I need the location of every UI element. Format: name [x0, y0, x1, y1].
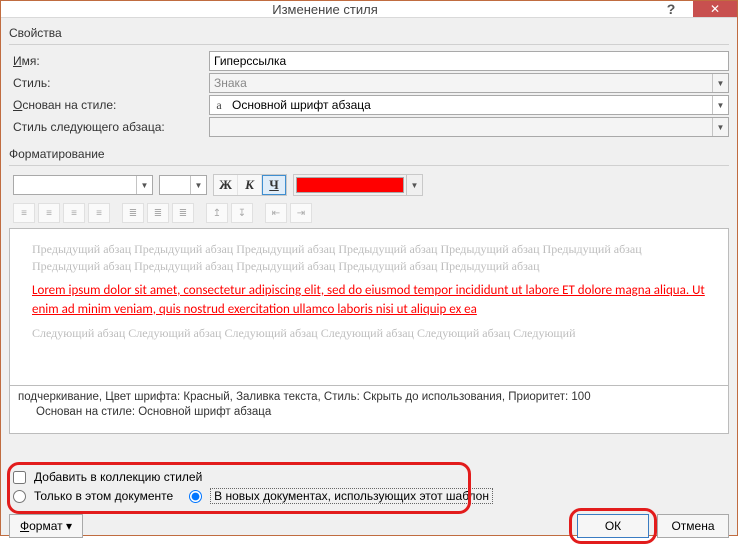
- align-center-button[interactable]: ≡: [38, 203, 60, 223]
- font-size-combo[interactable]: ▼: [159, 175, 207, 195]
- preview-previous: Предыдущий абзац Предыдущий абзац Предыд…: [32, 241, 706, 276]
- align-left-button[interactable]: ≡: [13, 203, 35, 223]
- titlebar: Изменение стиля ? ✕: [1, 1, 737, 18]
- style-type-label: Стиль:: [9, 76, 209, 90]
- add-to-collection-label: Добавить в коллекцию стилей: [34, 470, 202, 484]
- line-spacing-2-button[interactable]: ≣: [172, 203, 194, 223]
- paragraph-toolbar: ≡ ≡ ≡ ≡ ≣ ≣ ≣ ↥ ↧ ⇤ ⇥: [13, 202, 729, 224]
- based-on-combo[interactable]: a Основной шрифт абзаца ▼: [209, 95, 729, 115]
- chevron-down-icon[interactable]: ▼: [712, 96, 728, 114]
- color-swatch-icon: [296, 177, 404, 193]
- formatting-heading: Форматирование: [9, 147, 729, 161]
- format-menu-button[interactable]: Формат ▾: [9, 514, 83, 538]
- line-spacing-1-button[interactable]: ≣: [122, 203, 144, 223]
- options-area: Добавить в коллекцию стилей Только в это…: [11, 470, 729, 504]
- paragraph-icon: a: [210, 98, 228, 113]
- chevron-down-icon[interactable]: ▼: [406, 175, 422, 195]
- indent-dec-button[interactable]: ⇤: [265, 203, 287, 223]
- divider: [9, 44, 729, 45]
- chevron-down-icon[interactable]: ▼: [190, 176, 206, 194]
- name-input[interactable]: [209, 51, 729, 71]
- help-button[interactable]: ?: [649, 1, 693, 17]
- chevron-down-icon: ▼: [712, 74, 728, 92]
- style-description: подчеркивание, Цвет шрифта: Красный, Зал…: [9, 386, 729, 434]
- properties-heading: Свойства: [9, 26, 729, 40]
- font-family-combo[interactable]: ▼: [13, 175, 153, 195]
- name-label: Имя:: [9, 54, 209, 68]
- new-docs-radio[interactable]: [189, 490, 202, 503]
- close-button[interactable]: ✕: [693, 1, 737, 17]
- divider: [9, 165, 729, 166]
- indent-inc-button[interactable]: ⇥: [290, 203, 312, 223]
- align-justify-button[interactable]: ≡: [88, 203, 110, 223]
- font-style-strip: Ж К Ч: [213, 174, 287, 196]
- next-style-combo: ▼: [209, 117, 729, 137]
- add-to-collection-checkbox[interactable]: [13, 471, 26, 484]
- description-line: подчеркивание, Цвет шрифта: Красный, Зал…: [18, 390, 720, 405]
- line-spacing-15-button[interactable]: ≣: [147, 203, 169, 223]
- chevron-down-icon: ▼: [712, 118, 728, 136]
- modify-style-dialog: Изменение стиля ? ✕ Свойства Имя: Стиль:…: [0, 0, 738, 536]
- next-style-label: Стиль следующего абзаца:: [9, 120, 209, 134]
- only-this-doc-option[interactable]: Только в этом документе: [11, 489, 173, 503]
- only-this-doc-radio[interactable]: [13, 490, 26, 503]
- new-docs-option[interactable]: В новых документах, использующих этот ша…: [187, 488, 493, 504]
- space-before-inc-button[interactable]: ↥: [206, 203, 228, 223]
- italic-button[interactable]: К: [238, 175, 262, 195]
- align-right-button[interactable]: ≡: [63, 203, 85, 223]
- ok-button[interactable]: ОК: [577, 514, 649, 538]
- window-title: Изменение стиля: [1, 2, 649, 17]
- cancel-button[interactable]: Отмена: [657, 514, 729, 538]
- chevron-down-icon[interactable]: ▼: [136, 176, 152, 194]
- preview-pane: Предыдущий абзац Предыдущий абзац Предыд…: [9, 228, 729, 386]
- style-type-combo: Знака ▼: [209, 73, 729, 93]
- preview-sample: Lorem ipsum dolor sit amet, consectetur …: [32, 282, 706, 320]
- space-before-dec-button[interactable]: ↧: [231, 203, 253, 223]
- underline-button[interactable]: Ч: [262, 175, 286, 195]
- bold-button[interactable]: Ж: [214, 175, 238, 195]
- based-on-label: Основан на стиле:: [9, 98, 209, 112]
- preview-next: Следующий абзац Следующий абзац Следующи…: [32, 325, 706, 342]
- description-line: Основан на стиле: Основной шрифт абзаца: [18, 405, 720, 420]
- font-color-picker[interactable]: ▼: [293, 174, 423, 196]
